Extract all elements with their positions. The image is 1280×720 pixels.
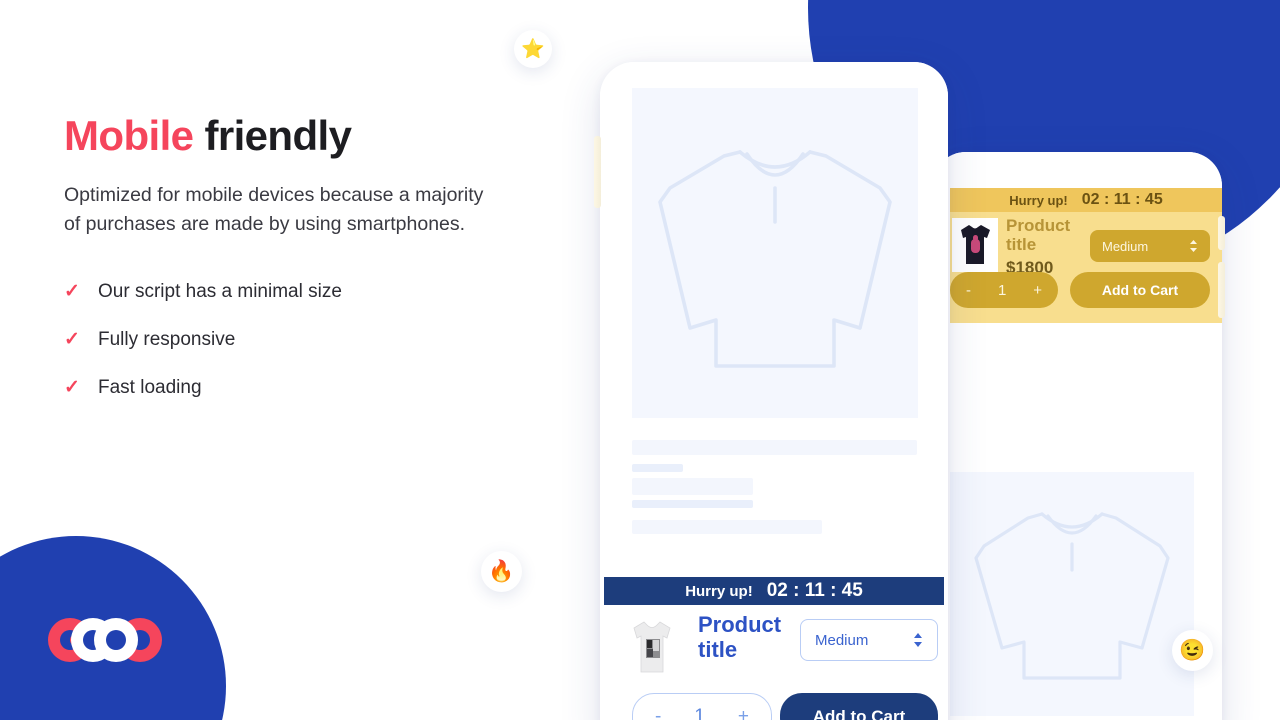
phone-screen-primary: Hurry up! 02 : 11 : 45 Product title Med… <box>600 62 948 720</box>
skeleton-line <box>632 464 683 472</box>
variant-select-blue[interactable]: Medium <box>800 619 938 661</box>
countdown-timer: 02 : 11 : 45 <box>766 580 863 601</box>
quantity-value: 1 <box>997 281 1007 299</box>
sweater-outline-icon <box>974 512 1170 680</box>
phone-side-button-secondary-lower[interactable] <box>1218 262 1225 318</box>
skeleton-line <box>632 440 917 455</box>
quantity-value: 1 <box>694 705 705 720</box>
check-icon: ✓ <box>64 281 80 303</box>
product-title-blue: Product title <box>698 612 782 662</box>
check-icon: ✓ <box>64 377 80 399</box>
quantity-stepper-gold[interactable]: - 1 + <box>950 272 1058 308</box>
check-icon: ✓ <box>64 329 80 351</box>
quantity-increment[interactable]: + <box>738 706 749 720</box>
product-image-placeholder-primary <box>632 88 918 418</box>
headline-accent: Mobile <box>64 112 194 159</box>
headline-rest: friendly <box>193 112 352 159</box>
urgency-label: Hurry up! <box>685 582 753 600</box>
variant-value: Medium <box>1102 238 1149 254</box>
star-icon: ⭐ <box>521 38 545 60</box>
checklist-label: Our script has a minimal size <box>98 280 342 302</box>
urgency-header-gold: Hurry up! 02 : 11 : 45 <box>950 188 1222 212</box>
intro-paragraph: Optimized for mobile devices because a m… <box>64 184 484 235</box>
feature-checklist: ✓ Our script has a minimal size ✓ Fully … <box>64 268 534 412</box>
wink-badge: 😉 <box>1172 630 1213 671</box>
fire-icon: 🔥 <box>488 560 515 583</box>
sweater-outline-icon <box>658 150 892 368</box>
quantity-decrement[interactable]: - <box>966 282 971 299</box>
gooo-logo-icon <box>48 618 162 662</box>
product-title-gold: Product title <box>1006 216 1071 255</box>
skeleton-line <box>632 520 822 534</box>
phone-side-button-primary[interactable] <box>594 136 601 208</box>
urgency-header-blue: Hurry up! 02 : 11 : 45 <box>604 577 944 605</box>
chevron-updown-icon <box>914 633 922 647</box>
sticky-cart-bar-gold: Hurry up! 02 : 11 : 45 Product title $18… <box>950 188 1222 323</box>
list-item: ✓ Our script has a minimal size <box>64 268 534 316</box>
quantity-decrement[interactable]: - <box>655 706 661 720</box>
product-thumbnail-blue <box>621 613 683 681</box>
checklist-label: Fast loading <box>98 376 202 398</box>
list-item: ✓ Fast loading <box>64 364 534 412</box>
phone-side-button-secondary[interactable] <box>1218 216 1225 250</box>
tshirt-dark-icon <box>952 218 998 272</box>
add-to-cart-button-blue[interactable]: Add to Cart <box>780 693 938 720</box>
variant-select-gold[interactable]: Medium <box>1090 230 1210 262</box>
copy-column: Mobile friendly Optimized for mobile dev… <box>64 112 534 412</box>
list-item: ✓ Fully responsive <box>64 316 534 364</box>
product-thumbnail-gold <box>952 218 998 272</box>
sticky-cart-bar-blue: Hurry up! 02 : 11 : 45 Product title Med… <box>604 577 944 720</box>
product-image-placeholder-secondary <box>950 472 1194 716</box>
slide-canvas: Mobile friendly Optimized for mobile dev… <box>0 0 1280 720</box>
chevron-updown-icon <box>1190 240 1197 252</box>
add-to-cart-button-gold[interactable]: Add to Cart <box>1070 272 1210 308</box>
tshirt-white-icon <box>621 613 683 681</box>
phone-mockup-primary: Hurry up! 02 : 11 : 45 Product title Med… <box>600 62 948 720</box>
skeleton-line <box>632 478 753 495</box>
variant-value: Medium <box>815 631 869 649</box>
fire-badge: 🔥 <box>481 551 522 592</box>
star-badge: ⭐ <box>514 30 552 68</box>
urgency-label: Hurry up! <box>1009 192 1068 208</box>
wink-icon: 😉 <box>1179 639 1206 662</box>
quantity-increment[interactable]: + <box>1033 282 1042 299</box>
page-title: Mobile friendly <box>64 112 534 159</box>
brand-logo <box>44 616 166 669</box>
skeleton-line <box>632 500 753 508</box>
countdown-timer: 02 : 11 : 45 <box>1081 191 1163 208</box>
checklist-label: Fully responsive <box>98 328 236 350</box>
quantity-stepper-blue[interactable]: - 1 + <box>632 693 772 720</box>
